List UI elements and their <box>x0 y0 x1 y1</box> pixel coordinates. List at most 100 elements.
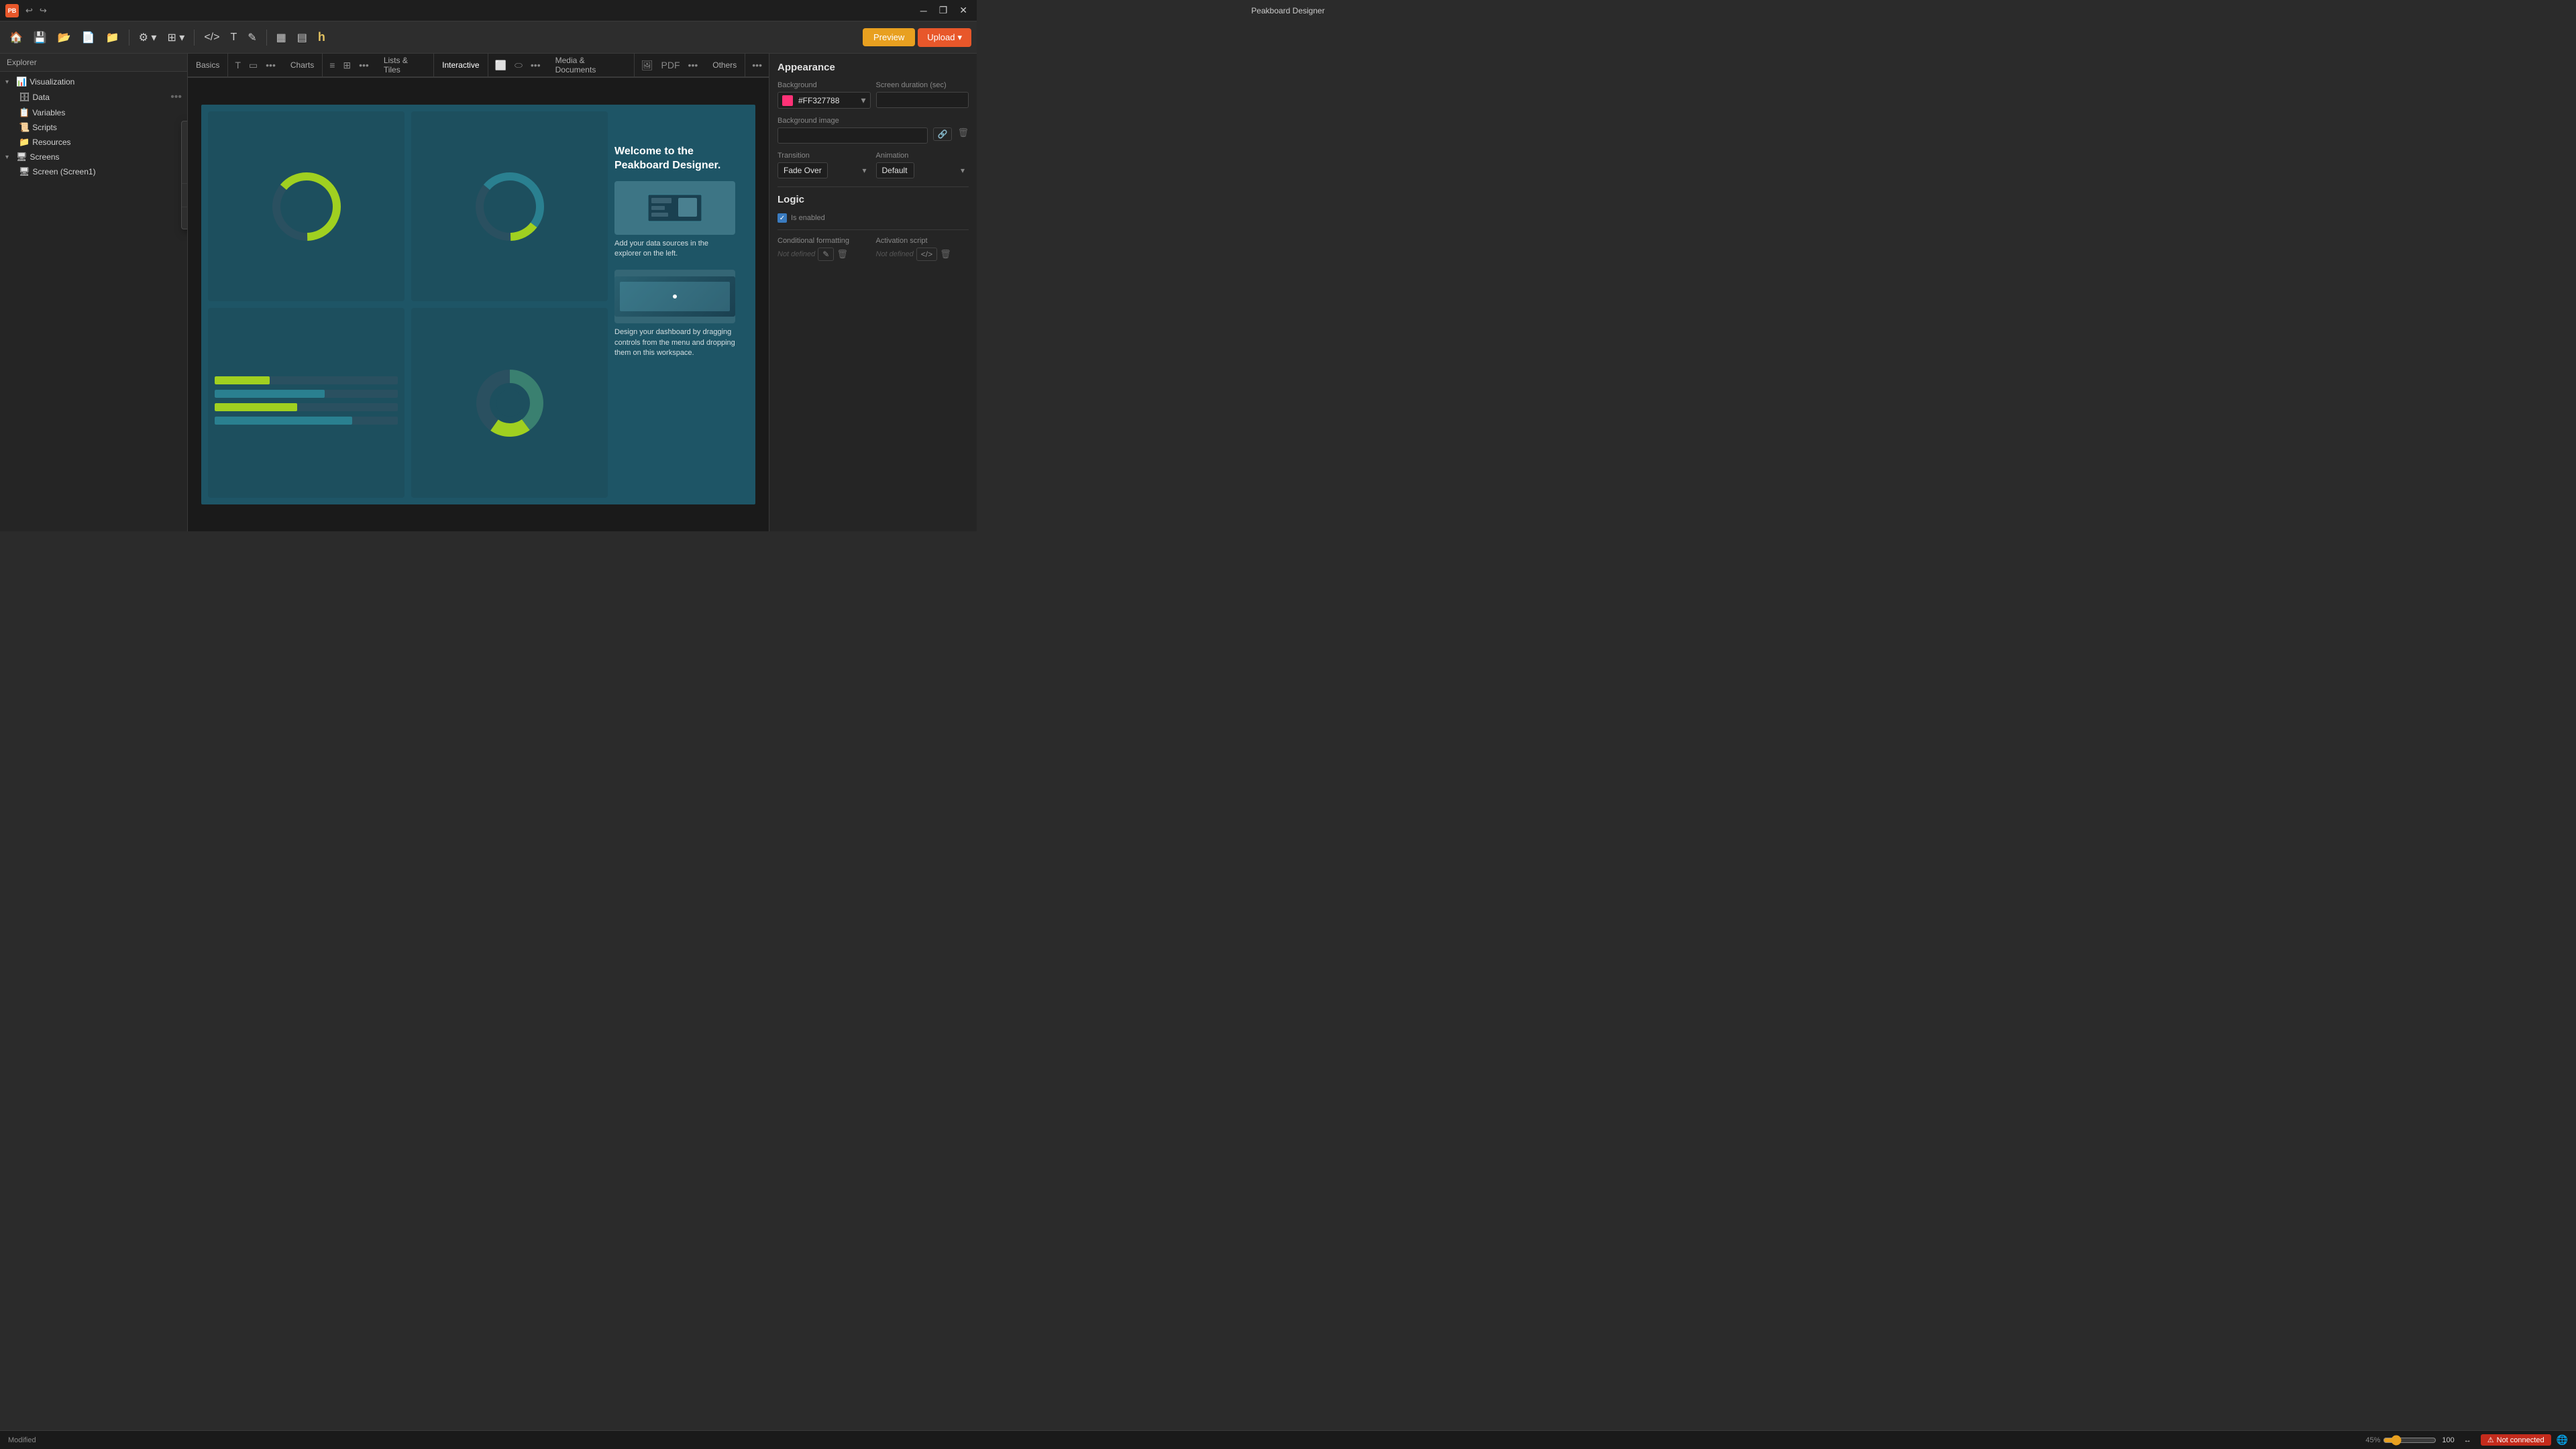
media-img-btn[interactable]: 🖼 <box>639 58 656 72</box>
redo-button[interactable]: ↪ <box>37 4 50 17</box>
tree-item-data[interactable]: 🗄 Data ••• <box>0 89 187 105</box>
bar-fill-4 <box>215 417 352 425</box>
cond-formatting-del-btn[interactable]: 🗑 <box>837 249 848 260</box>
chart-lines-btn[interactable]: ≡ <box>327 58 337 72</box>
tab-media[interactable]: Media & Documents <box>547 54 635 76</box>
cursor-icon <box>673 294 677 299</box>
nfc-button[interactable]: ▤ <box>293 28 311 47</box>
tree-item-screens[interactable]: ▾ 🖥 Screens <box>0 150 187 164</box>
save-button[interactable]: 💾 <box>30 28 51 47</box>
background-col: Background #FF327788 ▾ <box>777 81 871 109</box>
barcode-button[interactable]: ▦ <box>272 28 290 47</box>
step-1-text: Add your data sources in the explorer on… <box>614 239 735 260</box>
tree-item-scripts[interactable]: 📜 Scripts <box>0 120 187 135</box>
tree-item-visualization[interactable]: ▾ 📊 Visualization <box>0 74 187 89</box>
chart-grid-btn[interactable]: ⊞ <box>340 58 354 72</box>
extra-button[interactable]: ⊞ ▾ <box>163 28 189 47</box>
edit-button[interactable]: ✎ <box>244 28 260 47</box>
tab-charts[interactable]: Charts <box>282 54 323 76</box>
media-pdf-btn[interactable]: PDF <box>659 58 683 72</box>
zoom-fit-btn[interactable]: ↔ <box>2460 1434 2475 1447</box>
open-button[interactable]: 📂 <box>54 28 75 47</box>
design-canvas[interactable]: Welcome to thePeakboard Designer. <box>201 105 755 504</box>
more-media-btn[interactable]: ••• <box>686 58 701 72</box>
undo-button[interactable]: ↩ <box>23 4 36 17</box>
bg-image-link-btn[interactable]: 🔗 <box>933 127 953 141</box>
bar-track-4 <box>215 417 398 425</box>
bg-image-input[interactable] <box>777 127 928 144</box>
restore-button[interactable]: ❐ <box>935 3 952 17</box>
h-icon-button[interactable]: h <box>314 28 329 47</box>
expand-visualization: ▾ <box>5 78 13 86</box>
data-dots[interactable]: ••• <box>170 91 182 103</box>
cond-formatting-controls: Not defined ✎ 🗑 <box>777 248 871 261</box>
cond-formatting-edit-btn[interactable]: ✎ <box>818 248 834 261</box>
minimize-button[interactable]: ─ <box>916 3 931 17</box>
is-enabled-checkbox[interactable] <box>777 213 787 223</box>
ctx-show-unused[interactable]: 🔍 Show unused data sources <box>182 209 188 229</box>
transition-select[interactable]: Fade Over <box>777 162 828 178</box>
animation-select[interactable]: Default <box>876 162 914 178</box>
animation-select-wrapper: Default <box>876 162 969 178</box>
int-btn2[interactable]: ⬭ <box>512 58 525 72</box>
tab-others[interactable]: Others <box>704 54 745 76</box>
ctx-add-dataflow[interactable]: 📊 Add dataflow <box>182 162 188 182</box>
more-others-btn[interactable]: ••• <box>749 58 765 72</box>
chart-donut <box>411 308 608 498</box>
text-tool-btn[interactable]: T <box>232 58 244 72</box>
int-btn3[interactable]: ••• <box>528 58 543 72</box>
title-bar: PB ↩ ↪ Peakboard Designer ─ ❐ ✕ <box>0 0 977 21</box>
not-connected-icon: ⚠ <box>2487 1436 2494 1444</box>
ctx-add-folder[interactable]: 📁 Add folder <box>182 142 188 162</box>
logic-title: Logic <box>777 194 969 205</box>
step-1-image <box>614 181 735 235</box>
more-charts-btn[interactable]: ••• <box>356 58 372 72</box>
int-btn1[interactable]: ⬜ <box>492 58 509 72</box>
gauge-svg-2 <box>470 166 550 247</box>
rect-tool-btn[interactable]: ▭ <box>246 58 260 72</box>
not-connected-status[interactable]: ⚠ Not connected <box>2481 1434 2551 1446</box>
explorer-panel: Explorer ▾ 📊 Visualization 🗄 Data ••• 📋 … <box>0 54 188 531</box>
bg-image-row: 🔗 🗑 <box>777 127 969 144</box>
settings-button[interactable]: ⚙ ▾ <box>135 28 161 47</box>
new-button[interactable]: 📄 <box>78 28 99 47</box>
bg-image-del-btn[interactable]: 🗑 <box>957 127 969 138</box>
screen-duration-input[interactable]: 0 <box>876 92 969 108</box>
background-color-dropdown[interactable]: ▾ <box>861 95 865 106</box>
bar-fill-1 <box>215 376 270 384</box>
more-basics-btn[interactable]: ••• <box>263 58 278 72</box>
zoom-slider[interactable] <box>2383 1435 2436 1446</box>
language-button[interactable]: 🌐 <box>2557 1434 2568 1446</box>
charts-icons: ≡ ⊞ ••• <box>323 54 376 76</box>
open-file-button[interactable]: 📁 <box>102 28 123 47</box>
title-bar-left: PB ↩ ↪ <box>5 4 50 17</box>
context-menu: ⊕ Add data source ▶ 📁 Add folder 📊 Add d… <box>181 121 188 229</box>
cond-formatting-row: Conditional formatting Not defined ✎ 🗑 A… <box>777 237 969 261</box>
close-button[interactable]: ✕ <box>955 3 971 17</box>
step-1-svg <box>648 191 702 225</box>
canvas-area[interactable]: Welcome to thePeakboard Designer. <box>188 78 769 531</box>
tree-item-variables[interactable]: 📋 Variables <box>0 105 187 120</box>
activation-script-code-btn[interactable]: </> <box>916 248 937 261</box>
tab-lists[interactable]: Lists & Tiles <box>376 54 434 76</box>
ctx-add-datasource[interactable]: ⊕ Add data source ▶ <box>182 121 188 142</box>
tree-item-screen1[interactable]: 🖥 Screen (Screen1) <box>0 164 187 179</box>
home-button[interactable]: 🏠 <box>5 28 27 47</box>
activation-script-value: Not defined <box>876 250 914 258</box>
tab-basics[interactable]: Basics <box>188 54 228 76</box>
ctx-paste[interactable]: 📋 Paste <box>182 185 188 205</box>
tree-item-resources[interactable]: 📁 Resources <box>0 135 187 150</box>
zoom-reset-btn[interactable]: 100 <box>2439 1435 2457 1446</box>
tab-interactive[interactable]: Interactive <box>434 54 488 76</box>
screen1-label: Screen (Screen1) <box>33 167 96 176</box>
animation-col: Animation Default <box>876 152 969 178</box>
upload-button[interactable]: Upload ▾ <box>918 28 971 47</box>
code-button[interactable]: </> <box>200 29 223 46</box>
text-button[interactable]: T <box>226 29 241 46</box>
background-color-row[interactable]: #FF327788 ▾ <box>777 92 871 109</box>
preview-button[interactable]: Preview <box>863 28 915 46</box>
activation-script-del-btn[interactable]: 🗑 <box>940 249 951 260</box>
separator-3 <box>266 30 267 46</box>
basics-icons: T ▭ ••• <box>228 54 282 76</box>
cond-formatting-label: Conditional formatting <box>777 237 871 245</box>
